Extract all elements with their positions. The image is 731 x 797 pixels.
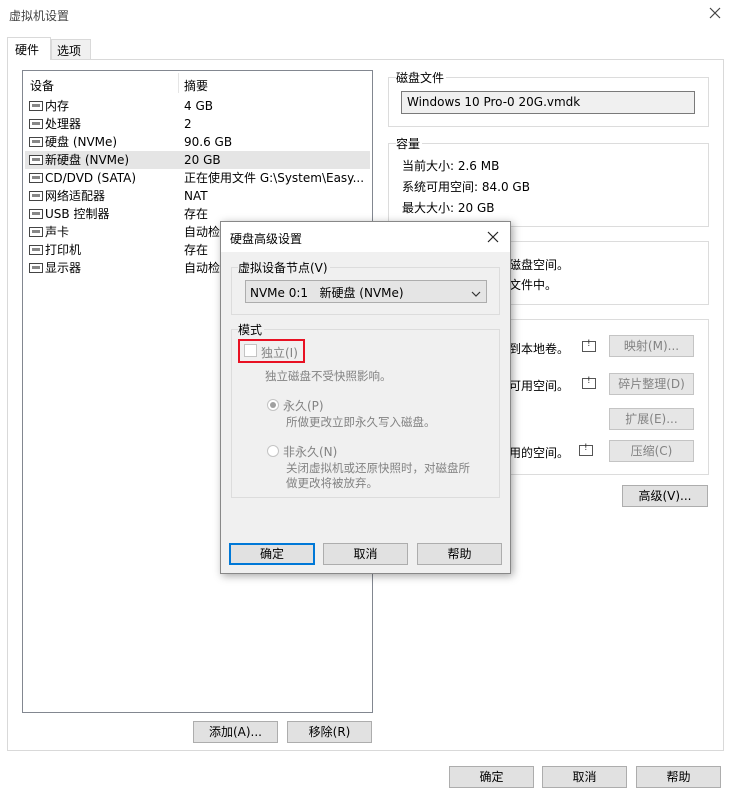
independent-checkbox[interactable] <box>244 344 257 357</box>
advanced-disk-dialog: 硬盘高级设置 虚拟设备节点(V) NVMe 0:1 新硬盘 (NVMe) 模式 … <box>220 221 511 574</box>
tab-options-label: 选项 <box>57 44 82 58</box>
device-table-header: 设备 摘要 <box>23 71 372 95</box>
device-summary: 正在使用文件 G:\System\Easy... <box>184 171 365 185</box>
device-row[interactable]: 硬盘 (NVMe) 90.6 GB <box>25 133 370 151</box>
memory-icon <box>29 100 43 112</box>
device-name: 打印机 <box>45 243 82 257</box>
processor-icon <box>29 118 43 130</box>
device-name: 内存 <box>45 99 70 113</box>
advanced-button[interactable]: 高级(V)... <box>622 485 708 507</box>
node-select-value: NVMe 0:1 新硬盘 (NVMe) <box>250 286 404 300</box>
nonpersistent-desc-line1: 关闭虚拟机或还原快照时，对磁盘所 <box>286 461 470 475</box>
tab-hardware[interactable]: 硬件 <box>7 37 51 60</box>
persistent-radio[interactable] <box>267 399 279 411</box>
disk-info-line2: 文件中。 <box>509 278 558 292</box>
expand-button[interactable]: 扩展(E)... <box>609 408 694 430</box>
device-name: USB 控制器 <box>45 207 110 221</box>
device-summary: 存在 <box>184 243 209 257</box>
close-icon[interactable] <box>706 4 724 22</box>
compact-button[interactable]: 压缩(C) <box>609 440 694 462</box>
column-header-summary[interactable]: 摘要 <box>184 77 208 94</box>
device-row[interactable]: 网络适配器 NAT <box>25 187 370 205</box>
node-label: 虚拟设备节点(V) <box>238 261 330 275</box>
device-row[interactable]: 内存 4 GB <box>25 97 370 115</box>
device-name: 硬盘 (NVMe) <box>45 135 118 149</box>
column-header-device[interactable]: 设备 <box>30 77 54 94</box>
device-summary: 自动检 <box>184 225 221 239</box>
defrag-info-icon <box>582 376 596 389</box>
dialog-close-icon[interactable] <box>485 229 501 245</box>
remove-device-button[interactable]: 移除(R) <box>287 721 372 743</box>
nonpersistent-radio[interactable] <box>267 445 279 457</box>
sound-icon <box>29 226 43 238</box>
dialog-title-bar: 硬盘高级设置 <box>221 222 510 252</box>
cd-dvd-icon <box>29 172 43 184</box>
hard-disk-icon <box>29 136 43 148</box>
chevron-down-icon <box>471 287 481 297</box>
map-text: 到本地卷。 <box>509 342 570 356</box>
independent-desc: 独立磁盘不受快照影响。 <box>265 369 392 383</box>
printer-icon <box>29 244 43 256</box>
network-icon <box>29 190 43 202</box>
dialog-cancel-button[interactable]: 取消 <box>323 543 408 565</box>
tab-hardware-label: 硬件 <box>15 43 40 57</box>
compact-info-icon <box>579 443 593 456</box>
device-name: 新硬盘 (NVMe) <box>45 153 130 167</box>
device-summary: 4 GB <box>184 99 213 113</box>
node-select[interactable]: NVMe 0:1 新硬盘 (NVMe) <box>245 280 487 303</box>
radio-dot-icon <box>270 402 276 408</box>
compact-text: 用的空间。 <box>509 446 570 460</box>
map-info-icon <box>582 339 596 352</box>
window-title: 虚拟机设置 <box>9 9 70 23</box>
disk-file-field: Windows 10 Pro-0 20G.vmdk <box>401 91 695 114</box>
device-summary: 自动检 <box>184 261 221 275</box>
mode-label: 模式 <box>238 323 265 337</box>
dialog-help-button[interactable]: 帮助 <box>417 543 502 565</box>
device-summary: 2 <box>184 117 192 131</box>
help-button[interactable]: 帮助 <box>636 766 721 788</box>
current-size-text: 当前大小: 2.6 MB <box>402 159 500 173</box>
device-name: 声卡 <box>45 225 70 239</box>
disk-file-value: Windows 10 Pro-0 20G.vmdk <box>407 95 581 109</box>
dialog-title: 硬盘高级设置 <box>230 232 303 246</box>
device-summary: 存在 <box>184 207 209 221</box>
dialog-ok-button[interactable]: 确定 <box>229 543 315 565</box>
device-row[interactable]: 处理器 2 <box>25 115 370 133</box>
persistent-desc: 所做更改立即永久写入磁盘。 <box>286 415 436 429</box>
nonpersistent-desc-line2: 做更改将被放弃。 <box>286 476 378 490</box>
device-summary: 90.6 GB <box>184 135 233 149</box>
device-row[interactable]: 新硬盘 (NVMe) 20 GB <box>25 151 370 169</box>
usb-icon <box>29 208 43 220</box>
device-name: 网络适配器 <box>45 189 106 203</box>
title-bar: 虚拟机设置 <box>0 0 731 30</box>
capacity-label: 容量 <box>396 137 423 151</box>
column-divider <box>178 73 179 93</box>
map-button[interactable]: 映射(M)... <box>609 335 694 357</box>
persistent-label: 永久(P) <box>283 399 324 413</box>
add-device-button[interactable]: 添加(A)... <box>193 721 278 743</box>
tab-options[interactable]: 选项 <box>51 39 91 60</box>
device-summary: 20 GB <box>184 153 221 167</box>
device-summary: NAT <box>184 189 208 203</box>
display-icon <box>29 262 43 274</box>
independent-label: 独立(I) <box>261 346 298 360</box>
nonpersistent-label: 非永久(N) <box>283 445 338 459</box>
cancel-button[interactable]: 取消 <box>542 766 627 788</box>
disk-info-line1: 磁盘空间。 <box>509 258 570 272</box>
device-row[interactable]: CD/DVD (SATA) 正在使用文件 G:\System\Easy... <box>25 169 370 187</box>
device-name: 处理器 <box>45 117 82 131</box>
hard-disk-icon <box>29 154 43 166</box>
free-space-text: 系统可用空间: 84.0 GB <box>402 180 530 194</box>
device-name: 显示器 <box>45 261 82 275</box>
ok-button[interactable]: 确定 <box>449 766 534 788</box>
max-size-text: 最大大小: 20 GB <box>402 201 495 215</box>
disk-file-label: 磁盘文件 <box>396 71 447 85</box>
device-name: CD/DVD (SATA) <box>45 171 137 185</box>
defragment-button[interactable]: 碎片整理(D) <box>609 373 694 395</box>
defrag-text: 可用空间。 <box>509 379 570 393</box>
